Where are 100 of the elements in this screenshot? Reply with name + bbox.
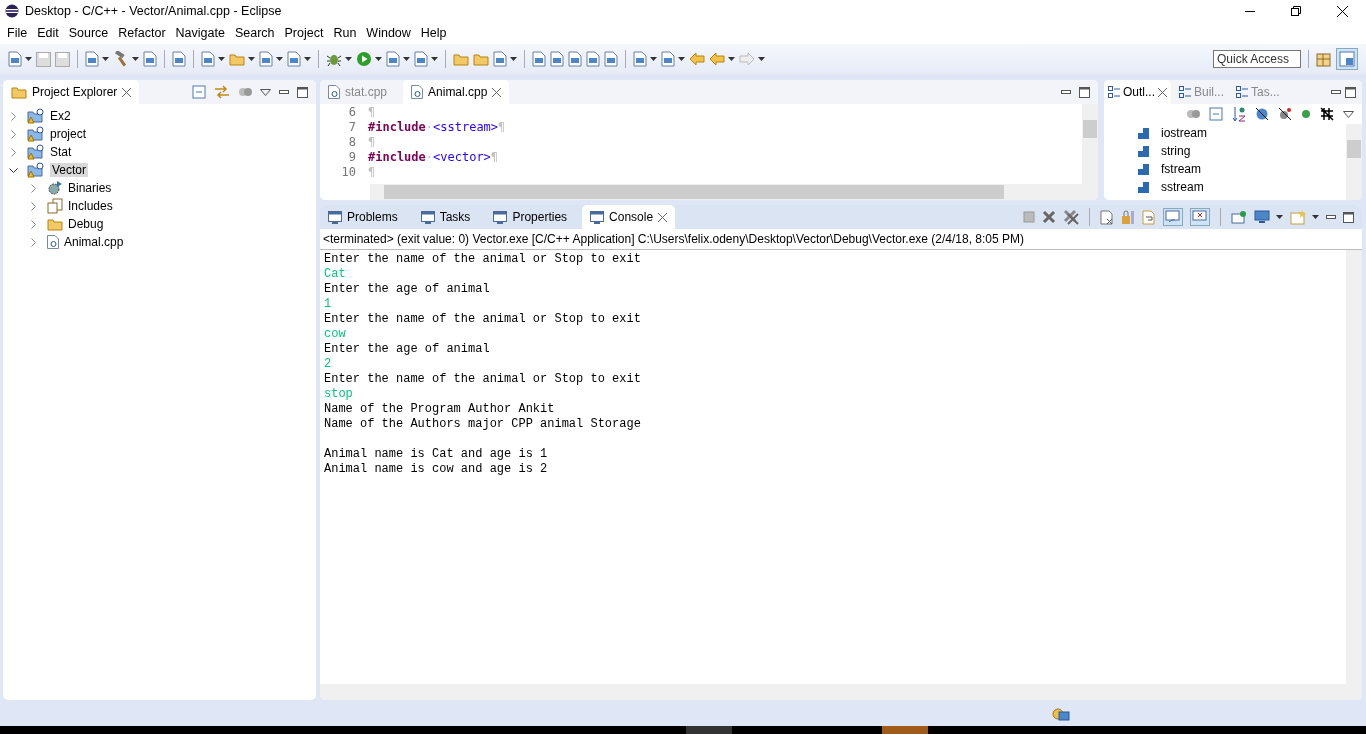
dropdown-caret-icon[interactable]: [102, 57, 109, 61]
hash-icon[interactable]: [1320, 107, 1334, 121]
document-icon[interactable]: [586, 51, 600, 67]
dropdown-caret-icon[interactable]: [510, 57, 517, 61]
hide-static-icon[interactable]: [1278, 107, 1292, 121]
progress-icon[interactable]: [1052, 706, 1070, 722]
menu-item[interactable]: Project: [279, 26, 329, 40]
console-view-tab[interactable]: Properties: [485, 205, 576, 229]
menu-item[interactable]: Run: [328, 26, 362, 40]
dropdown-caret-icon[interactable]: [403, 57, 410, 61]
hammer-icon[interactable]: [113, 51, 129, 67]
document-icon[interactable]: [287, 51, 301, 67]
open-perspective-icon[interactable]: [1316, 51, 1332, 67]
collapse-all-icon[interactable]: [192, 85, 206, 99]
minimize-icon[interactable]: [1331, 90, 1341, 94]
chevron-right-icon[interactable]: [29, 183, 38, 193]
chevron-right-icon[interactable]: [29, 237, 38, 247]
document-icon[interactable]: [386, 51, 400, 67]
filter-icon[interactable]: [238, 86, 252, 98]
tree-item[interactable]: Includes: [68, 199, 113, 213]
document-icon[interactable]: [568, 51, 582, 67]
document-icon[interactable]: [143, 51, 157, 67]
dropdown-caret-icon[interactable]: [650, 57, 657, 61]
tree-item[interactable]: project: [50, 127, 87, 141]
dropdown-caret-icon[interactable]: [758, 57, 765, 61]
tree-item[interactable]: Vector: [50, 163, 89, 177]
maximize-icon[interactable]: [1079, 86, 1090, 98]
dropdown-caret-icon[interactable]: [218, 57, 225, 61]
close-icon[interactable]: [1337, 5, 1348, 17]
outline-item[interactable]: fstream: [1161, 162, 1201, 176]
vertical-scrollbar[interactable]: [1082, 104, 1098, 184]
tree-item[interactable]: Debug: [68, 217, 104, 231]
dropdown-caret-icon[interactable]: [248, 57, 255, 61]
show-on-error-toggle[interactable]: [1190, 208, 1210, 226]
dropdown-caret-icon[interactable]: [728, 57, 735, 61]
menu-item[interactable]: Edit: [32, 26, 64, 40]
tree-item[interactable]: Binaries: [68, 181, 112, 195]
dropdown-caret-icon[interactable]: [276, 57, 283, 61]
maximize-icon[interactable]: [297, 86, 308, 98]
vertical-scrollbar[interactable]: [1346, 124, 1362, 200]
tree-item[interactable]: Ex2: [50, 109, 71, 123]
outline-tab[interactable]: Outl...: [1104, 80, 1171, 104]
word-wrap-icon[interactable]: [1142, 209, 1156, 225]
dropdown-caret-icon[interactable]: [1312, 215, 1319, 219]
save-icon[interactable]: [55, 51, 70, 67]
console-view-tab[interactable]: Problems: [320, 205, 406, 229]
scroll-lock-icon[interactable]: [1121, 209, 1135, 225]
horizontal-scrollbar[interactable]: [320, 684, 1362, 700]
dropdown-caret-icon[interactable]: [25, 57, 32, 61]
menu-item[interactable]: Navigate: [170, 26, 230, 40]
document-icon[interactable]: [550, 51, 564, 67]
folder-icon[interactable]: [473, 52, 489, 66]
sort-icon[interactable]: [1232, 106, 1246, 122]
show-on-output-toggle[interactable]: [1163, 208, 1183, 226]
console-view-tab[interactable]: Console: [582, 205, 676, 229]
chevron-right-icon[interactable]: [9, 111, 18, 121]
clear-console-icon[interactable]: [1100, 209, 1114, 225]
chevron-down-icon[interactable]: [9, 165, 18, 175]
document-icon[interactable]: [85, 51, 99, 67]
hide-fields-icon[interactable]: [1255, 107, 1269, 121]
menu-item[interactable]: Source: [63, 26, 114, 40]
display-console-icon[interactable]: [1254, 210, 1270, 224]
menu-item[interactable]: Search: [229, 26, 280, 40]
horizontal-scrollbar[interactable]: [370, 184, 1098, 200]
minimize-icon[interactable]: [279, 90, 289, 94]
minimize-icon[interactable]: [1061, 90, 1071, 94]
document-icon[interactable]: [201, 51, 215, 67]
remove-all-icon[interactable]: [1063, 209, 1079, 225]
menu-item[interactable]: Refactor: [113, 26, 171, 40]
maximize-icon[interactable]: [1345, 86, 1356, 98]
collapse-all-icon[interactable]: [1209, 107, 1223, 121]
chevron-right-icon[interactable]: [29, 201, 38, 211]
document-icon[interactable]: [604, 51, 618, 67]
minimize-icon[interactable]: [1326, 215, 1336, 219]
pin-icon[interactable]: [1231, 210, 1247, 224]
quick-access-field[interactable]: Quick Access: [1213, 50, 1301, 68]
dropdown-caret-icon[interactable]: [431, 57, 438, 61]
link-arrows-icon[interactable]: [214, 85, 230, 99]
dropdown-caret-icon[interactable]: [345, 57, 352, 61]
outline-item[interactable]: sstream: [1161, 180, 1204, 194]
vertical-scrollbar[interactable]: [1346, 250, 1362, 684]
document-icon[interactable]: [633, 51, 647, 67]
document-icon[interactable]: [493, 51, 507, 67]
document-icon[interactable]: [172, 51, 186, 67]
dropdown-caret-icon[interactable]: [375, 57, 382, 61]
menu-item[interactable]: Help: [415, 26, 452, 40]
restore-icon[interactable]: [1291, 6, 1301, 16]
menu-item[interactable]: Window: [361, 26, 416, 40]
console-view-tab[interactable]: Tasks: [412, 205, 479, 229]
dropdown-caret-icon[interactable]: [1276, 215, 1283, 219]
tree-item[interactable]: Stat: [50, 145, 72, 159]
menu-item[interactable]: File: [2, 26, 33, 40]
editor-tab[interactable]: Animal.cpp: [403, 80, 510, 104]
folder-icon[interactable]: [453, 52, 469, 66]
chevron-right-icon[interactable]: [9, 129, 18, 139]
dot-icon[interactable]: [1301, 109, 1311, 119]
document-icon[interactable]: [661, 51, 675, 67]
document-icon[interactable]: [259, 51, 273, 67]
remove-icon[interactable]: [1042, 210, 1056, 224]
chevron-right-icon[interactable]: [29, 219, 38, 229]
